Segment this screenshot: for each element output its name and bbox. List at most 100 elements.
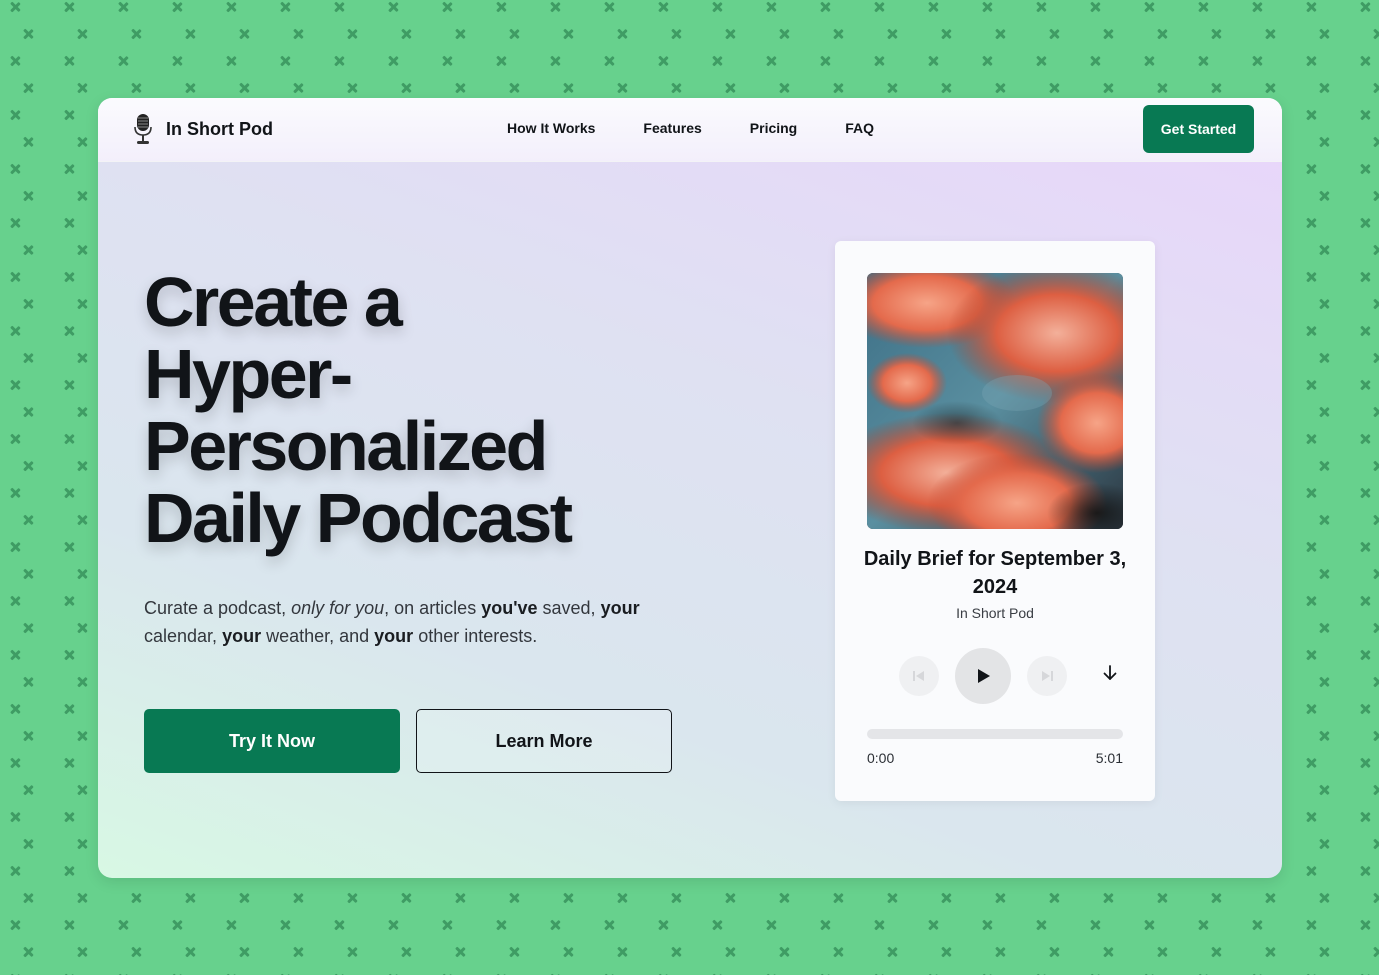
- pattern-cross: [23, 623, 33, 633]
- pattern-cross: [280, 920, 290, 930]
- pattern-cross: [820, 920, 830, 930]
- progress-bar[interactable]: [867, 729, 1123, 739]
- get-started-button[interactable]: Get Started: [1143, 105, 1254, 153]
- pattern-cross: [1373, 137, 1379, 147]
- previous-button[interactable]: [899, 656, 939, 696]
- pattern-cross: [1049, 947, 1059, 957]
- pattern-cross: [1319, 731, 1329, 741]
- pattern-cross: [1373, 515, 1379, 525]
- pattern-cross: [712, 56, 722, 66]
- pattern-cross: [604, 2, 614, 12]
- nav-link-features[interactable]: Features: [643, 120, 701, 136]
- pattern-cross: [23, 407, 33, 417]
- subtitle-emphasis: only for you: [291, 598, 385, 618]
- hero-title-line: Personalized: [144, 407, 548, 485]
- nav-link-pricing[interactable]: Pricing: [750, 120, 797, 136]
- pattern-cross: [1360, 2, 1370, 12]
- pattern-cross: [388, 2, 398, 12]
- nav-link-faq[interactable]: FAQ: [845, 120, 874, 136]
- pattern-cross: [131, 893, 141, 903]
- pattern-cross: [10, 272, 20, 282]
- next-button[interactable]: [1027, 656, 1067, 696]
- pattern-cross: [1306, 434, 1316, 444]
- pattern-cross: [1373, 191, 1379, 201]
- pattern-cross: [1144, 920, 1154, 930]
- pattern-cross: [1373, 407, 1379, 417]
- pattern-cross: [23, 461, 33, 471]
- hero-title-line: Hyper-: [144, 335, 353, 413]
- brand-name: In Short Pod: [166, 118, 273, 139]
- pattern-cross: [23, 785, 33, 795]
- pattern-cross: [10, 758, 20, 768]
- pattern-cross: [334, 920, 344, 930]
- pattern-cross: [604, 920, 614, 930]
- pattern-cross: [64, 596, 74, 606]
- pattern-cross: [23, 137, 33, 147]
- learn-more-button[interactable]: Learn More: [416, 709, 672, 773]
- pattern-cross: [64, 272, 74, 282]
- pattern-cross: [1360, 326, 1370, 336]
- pattern-cross: [563, 947, 573, 957]
- subtitle-bold: your: [374, 626, 414, 646]
- download-button[interactable]: [1097, 660, 1123, 686]
- pattern-cross: [1252, 2, 1262, 12]
- nav-link-how-it-works[interactable]: How It Works: [507, 120, 595, 136]
- pattern-cross: [77, 353, 87, 363]
- pattern-cross: [1036, 2, 1046, 12]
- pattern-cross: [509, 893, 519, 903]
- pattern-cross: [509, 83, 519, 93]
- pattern-cross: [1373, 893, 1379, 903]
- pattern-cross: [1252, 920, 1262, 930]
- pattern-cross: [658, 2, 668, 12]
- pattern-cross: [928, 56, 938, 66]
- pattern-cross: [64, 110, 74, 120]
- pattern-cross: [887, 947, 897, 957]
- pattern-cross: [347, 83, 357, 93]
- pattern-cross: [131, 947, 141, 957]
- pattern-cross: [820, 2, 830, 12]
- pattern-cross: [1036, 56, 1046, 66]
- pattern-cross: [118, 920, 128, 930]
- pattern-cross: [64, 380, 74, 390]
- pattern-cross: [293, 947, 303, 957]
- pattern-cross: [1360, 704, 1370, 714]
- pattern-cross: [982, 56, 992, 66]
- pattern-cross: [550, 920, 560, 930]
- pattern-cross: [172, 920, 182, 930]
- pattern-cross: [1319, 191, 1329, 201]
- pattern-cross: [509, 947, 519, 957]
- pattern-cross: [833, 29, 843, 39]
- pattern-cross: [64, 542, 74, 552]
- pattern-cross: [1360, 434, 1370, 444]
- pattern-cross: [185, 83, 195, 93]
- skip-back-icon: [913, 671, 924, 681]
- pattern-cross: [77, 893, 87, 903]
- play-button[interactable]: [955, 648, 1011, 704]
- pattern-cross: [1252, 56, 1262, 66]
- pattern-cross: [10, 704, 20, 714]
- pattern-cross: [1360, 812, 1370, 822]
- pattern-cross: [820, 56, 830, 66]
- pattern-cross: [617, 947, 627, 957]
- pattern-cross: [1157, 83, 1167, 93]
- pattern-cross: [1306, 488, 1316, 498]
- pattern-cross: [779, 893, 789, 903]
- pattern-cross: [779, 29, 789, 39]
- pattern-cross: [671, 947, 681, 957]
- pattern-cross: [995, 947, 1005, 957]
- brand-logo[interactable]: In Short Pod: [132, 113, 273, 145]
- pattern-cross: [1306, 272, 1316, 282]
- pattern-cross: [442, 2, 452, 12]
- pattern-cross: [1036, 920, 1046, 930]
- pattern-cross: [1360, 920, 1370, 930]
- pattern-cross: [10, 488, 20, 498]
- try-it-now-button[interactable]: Try It Now: [144, 709, 400, 773]
- pattern-cross: [563, 893, 573, 903]
- pattern-cross: [455, 29, 465, 39]
- pattern-cross: [334, 56, 344, 66]
- pattern-cross: [1157, 29, 1167, 39]
- pattern-cross: [779, 947, 789, 957]
- pattern-cross: [712, 2, 722, 12]
- pattern-cross: [1198, 56, 1208, 66]
- pattern-cross: [64, 164, 74, 174]
